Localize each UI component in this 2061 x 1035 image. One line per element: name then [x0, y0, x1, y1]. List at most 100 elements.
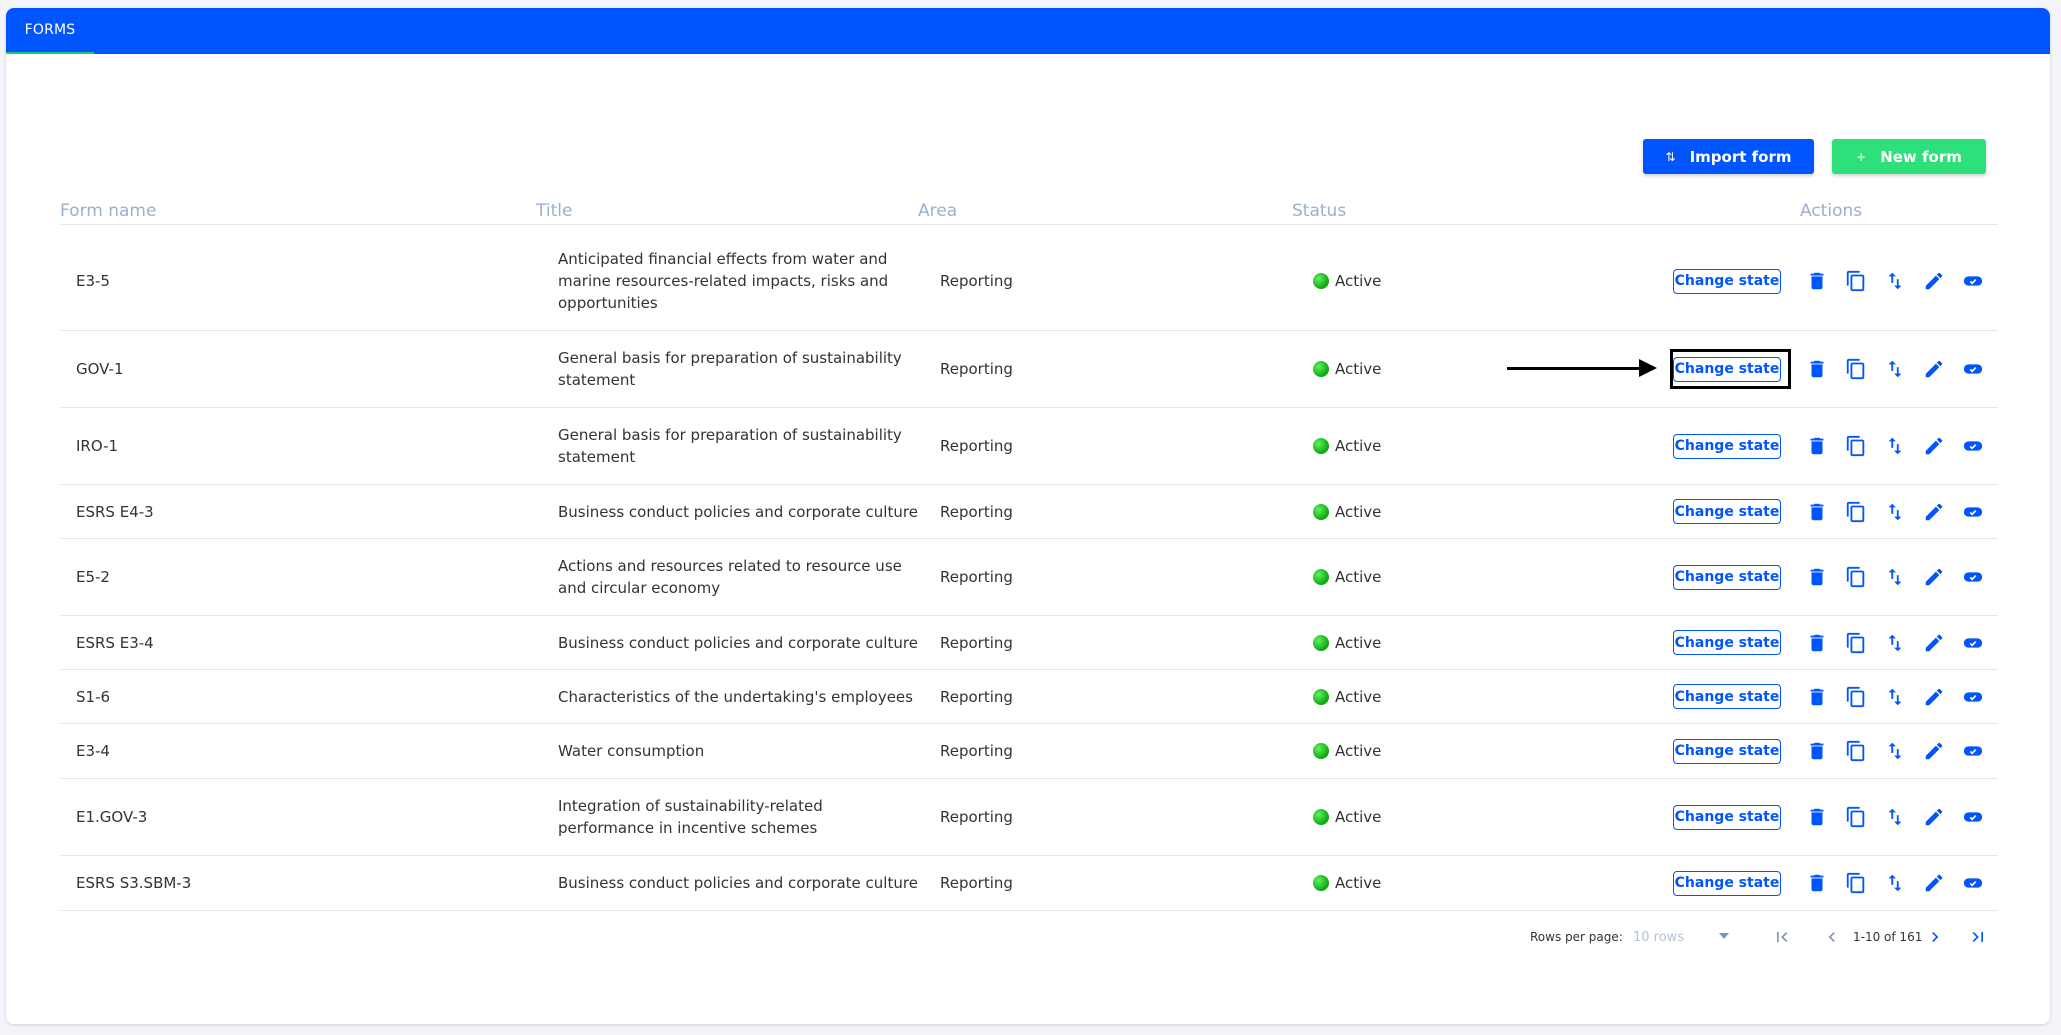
header-area[interactable]: Area	[918, 195, 957, 227]
copy-icon[interactable]	[1845, 740, 1867, 762]
trash-icon[interactable]	[1806, 501, 1828, 523]
change-state-button[interactable]: Change state	[1673, 433, 1781, 459]
pencil-icon[interactable]	[1923, 806, 1945, 828]
change-state-button[interactable]: Change state	[1673, 804, 1781, 830]
title-cell: Actions and resources related to resourc…	[558, 557, 902, 597]
toggle-icon[interactable]	[1962, 501, 1984, 523]
change-state-button[interactable]: Change state	[1673, 870, 1781, 896]
copy-icon[interactable]	[1845, 686, 1867, 708]
swap-icon[interactable]	[1884, 632, 1906, 654]
form-name-cell: GOV-1	[76, 360, 124, 378]
header-form-name[interactable]: Form name	[60, 195, 156, 227]
form-name-cell: E5-2	[76, 568, 110, 586]
prev-page-icon[interactable]	[1821, 926, 1843, 948]
pencil-icon[interactable]	[1923, 358, 1945, 380]
status-label: Active	[1335, 808, 1382, 826]
change-state-button[interactable]: Change state	[1673, 499, 1781, 524]
chevron-down-icon[interactable]	[1719, 933, 1729, 939]
change-state-button[interactable]: Change state	[1673, 738, 1781, 764]
trash-icon[interactable]	[1806, 806, 1828, 828]
next-page-icon[interactable]	[1924, 926, 1946, 948]
actions-cell: Change state	[1673, 856, 1998, 910]
form-name-cell: E3-5	[76, 272, 110, 290]
tab-forms[interactable]: FORMS	[6, 8, 94, 54]
copy-icon[interactable]	[1845, 872, 1867, 894]
annotation-arrow	[1507, 367, 1642, 370]
title-cell: Characteristics of the undertaking's emp…	[558, 687, 913, 706]
change-state-button[interactable]: Change state	[1673, 630, 1781, 655]
pencil-icon[interactable]	[1923, 686, 1945, 708]
pencil-icon[interactable]	[1923, 501, 1945, 523]
status-label: Active	[1335, 687, 1382, 706]
trash-icon[interactable]	[1806, 435, 1828, 457]
header-title[interactable]: Title	[536, 195, 572, 227]
pencil-icon[interactable]	[1923, 872, 1945, 894]
swap-icon[interactable]	[1884, 806, 1906, 828]
status-label: Active	[1335, 874, 1382, 892]
toggle-icon[interactable]	[1962, 872, 1984, 894]
trash-icon[interactable]	[1806, 566, 1828, 588]
trash-icon[interactable]	[1806, 872, 1828, 894]
swap-icon[interactable]	[1884, 686, 1906, 708]
status-dot-icon	[1313, 743, 1329, 759]
swap-icon[interactable]	[1884, 501, 1906, 523]
area-cell: Reporting	[940, 742, 1013, 760]
new-form-button[interactable]: + New form	[1832, 139, 1986, 174]
swap-icon[interactable]	[1884, 740, 1906, 762]
status-dot-icon	[1313, 634, 1329, 651]
trash-icon[interactable]	[1806, 632, 1828, 654]
header-status[interactable]: Status	[1292, 195, 1346, 227]
actions-cell: Change state	[1673, 724, 1998, 778]
form-name-cell: ESRS S3.SBM-3	[76, 874, 192, 892]
swap-icon[interactable]	[1884, 566, 1906, 588]
toggle-icon[interactable]	[1962, 435, 1984, 457]
swap-icon[interactable]	[1884, 872, 1906, 894]
trash-icon[interactable]	[1806, 686, 1828, 708]
change-state-button[interactable]: Change state	[1673, 268, 1781, 294]
copy-icon[interactable]	[1845, 270, 1867, 292]
copy-icon[interactable]	[1845, 501, 1867, 523]
rows-per-page-select[interactable]: 10 rows	[1633, 926, 1733, 948]
form-name-cell: E3-4	[76, 742, 110, 760]
swap-icon[interactable]	[1884, 270, 1906, 292]
copy-icon[interactable]	[1845, 435, 1867, 457]
trash-icon[interactable]	[1806, 270, 1828, 292]
copy-icon[interactable]	[1845, 566, 1867, 588]
change-state-button[interactable]: Change state	[1673, 564, 1781, 590]
form-name-cell: ESRS E3-4	[76, 633, 154, 652]
swap-icon[interactable]	[1884, 358, 1906, 380]
status-label: Active	[1335, 437, 1382, 455]
toggle-icon[interactable]	[1962, 686, 1984, 708]
trash-icon[interactable]	[1806, 358, 1828, 380]
copy-icon[interactable]	[1845, 632, 1867, 654]
change-state-button[interactable]: Change state	[1673, 684, 1781, 709]
toggle-icon[interactable]	[1962, 740, 1984, 762]
import-form-button[interactable]: ⇅ Import form	[1643, 139, 1814, 174]
title-cell: Anticipated financial effects from water…	[558, 250, 889, 312]
status-cell: Active	[1313, 724, 1513, 778]
pencil-icon[interactable]	[1923, 270, 1945, 292]
status-cell: Active	[1313, 331, 1513, 407]
change-state-button[interactable]: Change state	[1673, 356, 1781, 382]
page-range: 1-10 of 161	[1853, 930, 1923, 944]
copy-icon[interactable]	[1845, 358, 1867, 380]
swap-icon[interactable]	[1884, 435, 1906, 457]
header-divider	[60, 224, 1998, 225]
toggle-icon[interactable]	[1962, 358, 1984, 380]
toggle-icon[interactable]	[1962, 632, 1984, 654]
area-cell: Reporting	[940, 568, 1013, 586]
pencil-icon[interactable]	[1923, 740, 1945, 762]
toggle-icon[interactable]	[1962, 270, 1984, 292]
toggle-icon[interactable]	[1962, 806, 1984, 828]
toggle-icon[interactable]	[1962, 566, 1984, 588]
copy-icon[interactable]	[1845, 806, 1867, 828]
first-page-icon[interactable]	[1771, 926, 1793, 948]
plus-icon: +	[1856, 149, 1867, 164]
last-page-icon[interactable]	[1967, 926, 1989, 948]
pencil-icon[interactable]	[1923, 566, 1945, 588]
actions-cell: Change state	[1673, 232, 1998, 330]
trash-icon[interactable]	[1806, 740, 1828, 762]
table-row: ESRS S3.SBM-3 Business conduct policies a…	[60, 856, 1998, 911]
pencil-icon[interactable]	[1923, 632, 1945, 654]
pencil-icon[interactable]	[1923, 435, 1945, 457]
